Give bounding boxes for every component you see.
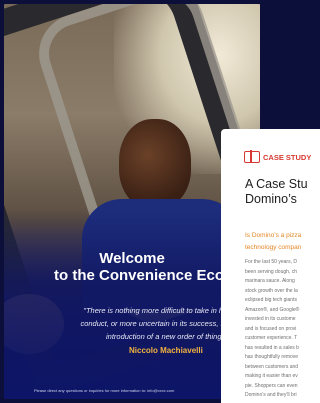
book-icon <box>244 150 260 163</box>
body-line: pie. Shoppers can even <box>245 382 298 389</box>
body-line: customer experience. T <box>245 335 298 341</box>
card-subtitle: Is Domino’s a pizza technology compan <box>245 230 320 254</box>
body-line: Domino’s and they’ll bri <box>245 392 297 398</box>
body-line: has thoughtfully remove <box>245 354 299 360</box>
body-line: has resulted in a sales b <box>245 344 299 351</box>
card-title-line-1: A Case Stu <box>245 177 308 191</box>
card-subtitle-line-1: Is Domino’s a pizza <box>245 232 302 239</box>
card-subtitle-line-2: technology compan <box>245 244 302 251</box>
body-line: Amazon®, and Google® <box>245 306 300 313</box>
body-line: For the last 50 years, D <box>245 259 297 265</box>
body-line: between customers and <box>245 363 299 370</box>
body-line: marinara sauce. Along <box>245 278 295 284</box>
quote-author: Niccolo Machiavelli <box>129 346 203 355</box>
card-body: For the last 50 years, D been serving do… <box>245 258 320 401</box>
card-title-line-2: Domino’s <box>245 192 297 206</box>
body-line: invested in its custome <box>245 316 296 322</box>
footnote: Please direct any questions or inquiries… <box>34 388 175 393</box>
body-line: eclipsed big tech giants <box>245 297 297 303</box>
card-title: A Case Stu Domino’s <box>245 177 320 207</box>
body-line: making it easier than ev <box>245 373 298 379</box>
body-line: and is focused on provi <box>245 325 297 332</box>
body-line: been serving dough, ch <box>245 268 297 275</box>
case-study-label: CASE STUDY <box>263 152 312 162</box>
case-study-label-row: CASE STUDY <box>244 150 312 163</box>
welcome-line-1: Welcome <box>99 250 165 267</box>
body-line: stock growth over the la <box>245 287 298 294</box>
photo-child-head <box>119 119 191 209</box>
case-study-card: CASE STUDY A Case Stu Domino’s Is Domino… <box>221 129 320 403</box>
